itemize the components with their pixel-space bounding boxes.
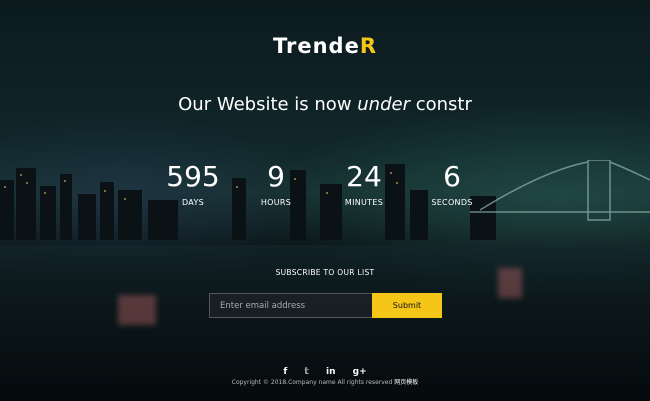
- countdown-seconds: 6 SECONDS: [407, 160, 497, 207]
- subscribe-title: SUBSCRIBE TO OUR LIST: [275, 268, 375, 277]
- twitter-icon[interactable]: 𝕥: [304, 367, 309, 377]
- countdown-minutes: 24 MINUTES: [319, 160, 409, 207]
- countdown-label: MINUTES: [344, 198, 384, 207]
- email-input[interactable]: [209, 293, 373, 318]
- countdown-value: 6: [443, 160, 461, 193]
- page-headline: Our Website is now under constr: [0, 94, 650, 115]
- headline-text-start: Our Website is now: [178, 94, 358, 115]
- headline-emphasis: under: [357, 94, 410, 115]
- countdown-days: 595 DAYS: [148, 160, 238, 207]
- logo-text: Trende: [272, 34, 360, 58]
- site-logo[interactable]: TrendeR: [0, 34, 650, 58]
- footer-copyright: Copyright © 2018.Company name All rights…: [0, 377, 650, 386]
- countdown-hours: 9 HOURS: [231, 160, 321, 207]
- countdown-value: 24: [346, 160, 382, 193]
- google-plus-icon[interactable]: g+: [353, 367, 367, 377]
- countdown-label: DAYS: [181, 198, 205, 207]
- copyright-text: Copyright © 2018.Company name All rights…: [231, 379, 393, 386]
- template-link[interactable]: 网页模板: [394, 379, 418, 386]
- countdown-value: 595: [166, 160, 220, 193]
- headline-text-end: constr: [409, 94, 472, 115]
- social-links: f 𝕥 in g+: [0, 359, 650, 378]
- countdown-timer: 595 DAYS 9 HOURS 24 MINUTES 6 SECONDS: [0, 160, 650, 220]
- countdown-label: HOURS: [260, 198, 292, 207]
- facebook-icon[interactable]: f: [283, 367, 287, 377]
- logo-accent-letter: R: [359, 34, 377, 58]
- countdown-label: SECONDS: [431, 198, 473, 207]
- countdown-value: 9: [267, 160, 285, 193]
- submit-button[interactable]: Submit: [372, 293, 442, 318]
- linkedin-icon[interactable]: in: [326, 367, 336, 377]
- page-content: TrendeR Our Website is now under constr …: [0, 0, 650, 401]
